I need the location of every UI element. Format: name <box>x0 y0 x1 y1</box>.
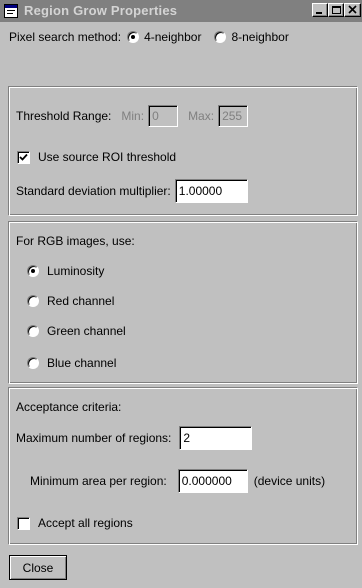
std-dev-field[interactable]: 1.00000 <box>174 179 248 203</box>
title-bar[interactable]: Region Grow Properties <box>0 0 362 22</box>
min-area-field[interactable]: 0.000000 <box>177 469 248 493</box>
window-title: Region Grow Properties <box>24 3 178 18</box>
min-area-units: (device units) <box>253 474 326 488</box>
checkmark-icon <box>19 153 28 161</box>
use-source-roi-checkbox[interactable] <box>17 150 30 164</box>
radio-luminosity-label[interactable]: Luminosity <box>47 264 104 278</box>
pixel-search-row: Pixel search method: 4-neighbor 8-neighb… <box>9 28 289 46</box>
use-source-roi-label[interactable]: Use source ROI threshold <box>38 150 176 164</box>
window-icon <box>4 4 18 18</box>
acceptance-label: Acceptance criteria: <box>16 400 122 414</box>
close-button-label: Close <box>22 560 54 575</box>
rgb-label: For RGB images, use: <box>16 234 135 248</box>
accept-all-checkbox[interactable] <box>17 516 30 530</box>
use-source-roi-row[interactable]: Use source ROI threshold <box>17 148 176 166</box>
radio-green-channel-label[interactable]: Green channel <box>47 324 126 338</box>
min-field[interactable]: 0 <box>148 105 179 127</box>
radio-8-neighbor[interactable] <box>214 31 227 43</box>
std-dev-row: Standard deviation multiplier: 1.00000 <box>16 179 248 203</box>
radio-red-channel[interactable] <box>27 295 39 307</box>
radio-red-channel-label[interactable]: Red channel <box>47 294 114 308</box>
rgb-label-row: For RGB images, use: <box>16 233 135 249</box>
max-field[interactable]: 255 <box>218 105 249 127</box>
threshold-range-label: Threshold Range: <box>16 109 112 123</box>
std-dev-label: Standard deviation multiplier: <box>16 184 171 198</box>
radio-blue-channel[interactable] <box>27 357 39 369</box>
close-window-button[interactable] <box>344 3 361 17</box>
max-regions-row: Maximum number of regions: 2 <box>16 426 253 450</box>
radio-8-neighbor-label[interactable]: 8-neighbor <box>231 30 288 44</box>
rgb-option-red[interactable]: Red channel <box>27 293 114 309</box>
minimize-icon <box>316 12 322 14</box>
maximize-icon <box>332 6 341 14</box>
radio-4-neighbor[interactable] <box>127 31 140 43</box>
min-area-label: Minimum area per region: <box>30 474 167 488</box>
close-icon <box>348 5 357 14</box>
close-button[interactable]: Close <box>9 555 67 580</box>
radio-4-neighbor-label[interactable]: 4-neighbor <box>144 30 201 44</box>
accept-all-label[interactable]: Accept all regions <box>38 516 133 530</box>
radio-luminosity[interactable] <box>27 265 39 277</box>
maximize-button[interactable] <box>328 3 344 17</box>
pixel-search-label: Pixel search method: <box>9 30 122 44</box>
radio-green-channel[interactable] <box>27 325 39 337</box>
min-label: Min: <box>121 109 145 123</box>
max-label: Max: <box>188 109 215 123</box>
rgb-option-luminosity[interactable]: Luminosity <box>27 263 104 279</box>
accept-all-row[interactable]: Accept all regions <box>17 514 133 532</box>
max-regions-label: Maximum number of regions: <box>16 431 172 445</box>
rgb-option-green[interactable]: Green channel <box>27 323 126 339</box>
min-area-row: Minimum area per region: 0.000000 (devic… <box>30 469 325 493</box>
minimize-button[interactable] <box>312 3 328 17</box>
acceptance-label-row: Acceptance criteria: <box>16 399 121 415</box>
max-regions-field[interactable]: 2 <box>179 426 253 450</box>
rgb-option-blue[interactable]: Blue channel <box>27 355 116 371</box>
threshold-range-row: Threshold Range: Min: 0 Max: 255 <box>16 105 249 127</box>
radio-blue-channel-label[interactable]: Blue channel <box>47 356 116 370</box>
